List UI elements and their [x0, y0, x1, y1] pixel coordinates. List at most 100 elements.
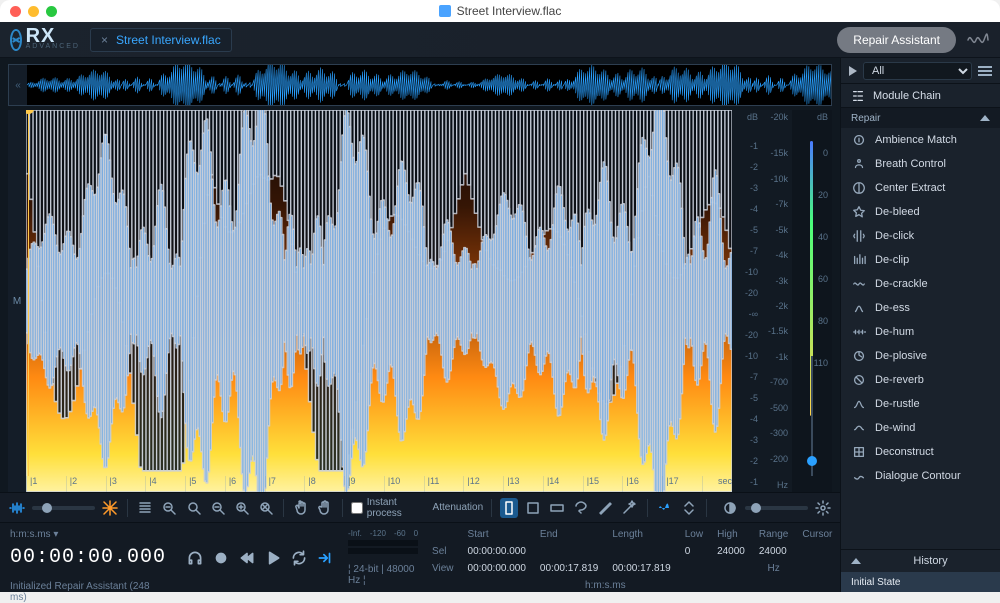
repair-assistant-button[interactable]: Repair Assistant [837, 27, 956, 53]
module-breath-control[interactable]: Breath Control [841, 152, 1000, 176]
vertical-zoom-slider[interactable] [807, 356, 817, 476]
spectrogram-view[interactable]: |1|2|3|4|5|6|7|8|9|10|11|12|13|14|15|16|… [26, 110, 732, 492]
module-label: Ambience Match [875, 134, 957, 146]
settings-icon[interactable] [814, 498, 832, 518]
module-de-ess[interactable]: De-ess [841, 296, 1000, 320]
hand-tool-icon[interactable] [316, 498, 334, 518]
module-label: De-ess [875, 302, 910, 314]
history-item[interactable]: Initial State [841, 572, 1000, 592]
module-center-extract[interactable]: Center Extract [841, 176, 1000, 200]
module-de-crackle[interactable]: De-crackle [841, 272, 1000, 296]
timecode-display[interactable]: 00:00:00.000 [10, 546, 166, 569]
instant-process-checkbox[interactable]: Instant process [351, 497, 427, 519]
headphones-icon[interactable] [186, 549, 204, 567]
selection-freq-grid: Low High Range Cursor 0 24000 24000 Hz [685, 529, 833, 586]
module-menu-icon[interactable] [978, 66, 992, 76]
module-label: Breath Control [875, 158, 946, 170]
module-sidebar: All Module Chain Repair Ambience Match Br… [840, 58, 1000, 592]
freq-select-tool-icon[interactable] [548, 498, 566, 518]
module-category-header[interactable]: Repair [841, 108, 1000, 128]
module-icon [851, 324, 867, 340]
module-icon [851, 228, 867, 244]
overview-wave-canvas[interactable] [27, 65, 831, 105]
module-de-clip[interactable]: De-clip [841, 248, 1000, 272]
zoom-out-icon[interactable] [209, 498, 227, 518]
collapse-category-icon[interactable] [980, 115, 990, 121]
module-de-plosive[interactable]: De-plosive [841, 344, 1000, 368]
waveform-opacity-slider[interactable] [32, 506, 95, 510]
module-icon [851, 468, 867, 484]
module-label: De-click [875, 230, 914, 242]
module-run-icon[interactable] [849, 66, 857, 76]
module-deconstruct[interactable]: Deconstruct [841, 440, 1000, 464]
module-label: Center Extract [875, 182, 945, 194]
find-similar-icon[interactable] [655, 498, 673, 518]
module-label: De-clip [875, 254, 909, 266]
module-de-wind[interactable]: De-wind [841, 416, 1000, 440]
module-de-click[interactable]: De-click [841, 224, 1000, 248]
lasso-tool-icon[interactable] [572, 498, 590, 518]
status-message: Initialized Repair Assistant (248 ms) [10, 581, 166, 603]
editor-toolbar: Instant process Attenuation [0, 492, 840, 522]
selection-time-grid: Start End Length Sel 00:00:00.000 View 0… [432, 529, 671, 586]
playhead[interactable] [28, 110, 29, 476]
module-de-reverb[interactable]: De-reverb [841, 368, 1000, 392]
brush-tool-icon[interactable] [596, 498, 614, 518]
module-ambience-match[interactable]: Ambience Match [841, 128, 1000, 152]
zoom-in-icon[interactable] [233, 498, 251, 518]
follow-playhead-icon[interactable] [316, 549, 334, 567]
format-label: ¦ 24-bit | 48000 Hz ¦ [348, 564, 418, 586]
grab-tool-icon[interactable] [292, 498, 310, 518]
app-header: RX ADVANCED × Street Interview.flac Repa… [0, 22, 1000, 58]
module-icon [851, 180, 867, 196]
close-tab-icon[interactable]: × [101, 33, 108, 47]
record-icon[interactable] [212, 549, 230, 567]
module-icon [851, 420, 867, 436]
module-label: De-wind [875, 422, 915, 434]
module-icon [851, 132, 867, 148]
brightness-slider[interactable] [745, 506, 808, 510]
module-de-rustle[interactable]: De-rustle [841, 392, 1000, 416]
window-title: Street Interview.flac [457, 4, 562, 18]
module-label: De-reverb [875, 374, 924, 386]
transport-controls [186, 529, 334, 586]
overview-collapse-icon[interactable]: « [9, 65, 27, 105]
settings-list-icon[interactable] [136, 498, 154, 518]
history-collapse-icon[interactable] [851, 558, 861, 564]
document-icon [439, 5, 451, 17]
time-ruler[interactable]: |1|2|3|4|5|6|7|8|9|10|11|12|13|14|15|16|… [26, 476, 732, 492]
module-chain-button[interactable]: Module Chain [841, 84, 1000, 108]
module-de-hum[interactable]: De-hum [841, 320, 1000, 344]
spectrogram-mode-icon[interactable] [101, 498, 119, 518]
loop-icon[interactable] [290, 549, 308, 567]
macos-titlebar: Street Interview.flac [0, 0, 1000, 22]
selection-ops-icon[interactable] [680, 498, 698, 518]
waveform-menu-icon[interactable] [966, 28, 990, 52]
module-label: De-rustle [875, 398, 920, 410]
module-filter-select[interactable]: All [863, 62, 972, 80]
zoom-selection-icon[interactable] [160, 498, 178, 518]
wand-tool-icon[interactable] [620, 498, 638, 518]
file-tab-label: Street Interview.flac [116, 33, 221, 47]
file-tab[interactable]: × Street Interview.flac [90, 28, 232, 52]
module-label: De-crackle [875, 278, 928, 290]
module-label: Deconstruct [875, 446, 934, 458]
module-label: De-hum [875, 326, 914, 338]
tf-select-tool-icon[interactable] [524, 498, 542, 518]
logo-subtext: ADVANCED [26, 43, 80, 50]
zoom-tool-icon[interactable] [185, 498, 203, 518]
contrast-toggle-icon[interactable] [721, 498, 739, 518]
module-label: De-plosive [875, 350, 927, 362]
play-icon[interactable] [264, 549, 282, 567]
waveform-mode-icon[interactable] [8, 498, 26, 518]
module-icon [851, 348, 867, 364]
rewind-icon[interactable] [238, 549, 256, 567]
module-icon [851, 276, 867, 292]
timecode-format-label[interactable]: h:m:s.ms [10, 529, 51, 540]
module-de-bleed[interactable]: De-bleed [841, 200, 1000, 224]
overview-waveform[interactable]: « [8, 64, 832, 106]
time-select-tool-icon[interactable] [500, 498, 518, 518]
zoom-fit-icon[interactable] [257, 498, 275, 518]
module-icon [851, 252, 867, 268]
module-dialogue-contour[interactable]: Dialogue Contour [841, 464, 1000, 488]
